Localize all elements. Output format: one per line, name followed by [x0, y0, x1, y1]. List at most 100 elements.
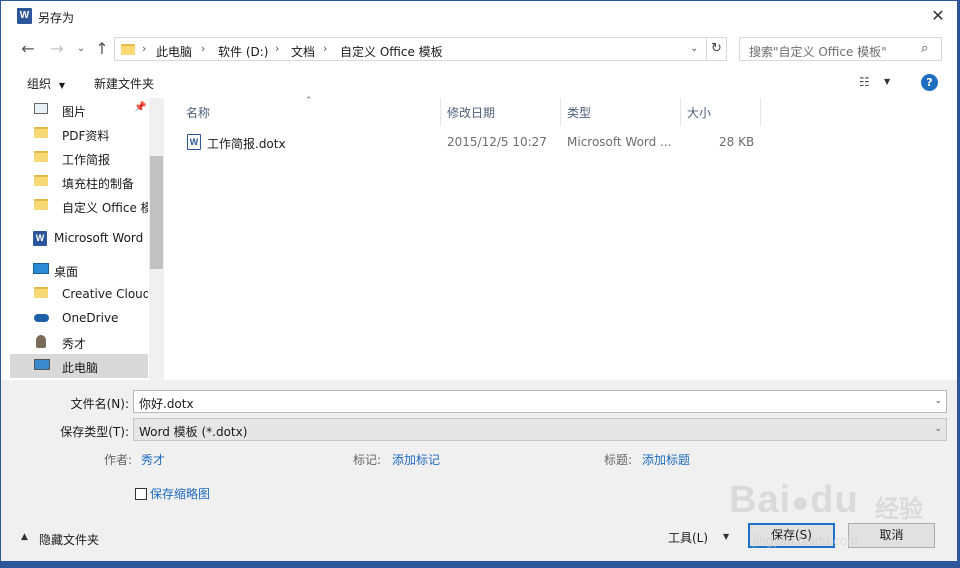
pictures-icon — [34, 103, 48, 114]
breadcrumb-drive[interactable]: 软件 (D:) — [218, 43, 268, 60]
tags-label: 标记: — [353, 453, 382, 467]
column-divider[interactable] — [440, 98, 441, 126]
search-icon[interactable]: ⌕ — [921, 41, 928, 56]
user-icon — [36, 335, 46, 348]
onedrive-icon — [34, 314, 49, 322]
paw-icon: ● — [791, 486, 811, 519]
cancel-button[interactable]: 取消 — [848, 523, 935, 548]
column-header-type[interactable]: 类型 — [567, 104, 591, 121]
search-input[interactable]: 搜索"自定义 Office 模板" — [749, 43, 887, 60]
refresh-icon[interactable]: ↻ — [711, 41, 722, 56]
save-type-label: 保存类型(T): — [60, 425, 129, 439]
sort-up-icon: ⌃ — [305, 96, 313, 106]
save-thumbnail-label[interactable]: 保存缩略图 — [150, 485, 210, 502]
breadcrumb-documents[interactable]: 文档 — [291, 43, 315, 60]
forward-arrow-icon[interactable]: → — [47, 39, 67, 59]
nav-item-onedrive[interactable]: OneDrive — [10, 306, 148, 330]
view-dropdown-icon[interactable]: ▼ — [884, 77, 890, 86]
column-header-size[interactable]: 大小 — [687, 104, 711, 121]
chevron-right-icon[interactable]: › — [323, 42, 327, 55]
recent-dropdown-icon[interactable]: ⌄ — [71, 39, 91, 59]
nav-item-label: PDF资料 — [62, 129, 110, 143]
add-title-link[interactable]: 添加标题 — [642, 451, 690, 468]
folder-icon — [34, 175, 48, 186]
watermark-brand2: du — [810, 479, 859, 521]
nav-item-microsoft-word[interactable]: W Microsoft Word — [10, 226, 148, 250]
nav-item-label: OneDrive — [62, 311, 119, 325]
nav-item-label: 图片 — [62, 105, 87, 119]
add-tags-link[interactable]: 添加标记 — [392, 451, 440, 468]
word-template-icon: W — [187, 134, 201, 150]
nav-item-pictures[interactable]: 图片 📌 — [10, 98, 148, 122]
nav-item-label: 填充柱的制备 — [62, 177, 135, 191]
baidu-watermark-logo: Bai●du — [729, 479, 859, 522]
title-bar: W 另存为 ✕ — [1, 1, 957, 32]
folder-icon — [34, 127, 48, 138]
chevron-down-icon[interactable]: ⌄ — [690, 43, 698, 54]
nav-item-label: 桌面 — [54, 265, 79, 279]
nav-item-desktop[interactable]: 桌面 — [10, 258, 148, 282]
navigation-pane: 图片 📌 PDF资料 工作简报 填充柱的制备 自定义 Office 模板 W M… — [10, 98, 164, 380]
address-bar[interactable]: › 此电脑 › 软件 (D:) › 文档 › 自定义 Office 模板 ⌄ ↻ — [114, 37, 727, 61]
file-name[interactable]: 工作简报.dotx — [207, 135, 286, 152]
hide-folders-button[interactable]: 隐藏文件夹 — [39, 531, 99, 548]
window-title: 另存为 — [38, 11, 75, 25]
nav-scrollbar-thumb[interactable] — [150, 156, 163, 269]
close-icon[interactable]: ✕ — [926, 5, 950, 27]
file-modified: 2015/12/5 10:27 — [447, 135, 547, 149]
folder-icon — [121, 44, 135, 55]
column-divider[interactable] — [760, 98, 761, 126]
title-label: 标题: — [604, 453, 633, 467]
search-box[interactable]: 搜索"自定义 Office 模板" ⌕ — [739, 37, 942, 61]
save-as-dialog: W 另存为 ✕ ← → ⌄ ↑ › 此电脑 › 软件 (D:) › 文档 › 自… — [0, 0, 958, 562]
pin-icon[interactable]: 📌 — [134, 102, 146, 113]
chevron-right-icon[interactable]: › — [275, 42, 279, 55]
nav-item-this-pc[interactable]: 此电脑 — [10, 354, 148, 378]
word-icon: W — [33, 231, 47, 246]
author-value[interactable]: 秀才 — [141, 451, 165, 468]
column-divider[interactable] — [560, 98, 561, 126]
up-arrow-icon[interactable]: ↑ — [92, 39, 112, 59]
nav-item-label: Microsoft Word — [54, 231, 144, 245]
filename-input[interactable]: 你好.dotx — [139, 395, 194, 412]
save-thumbnail-checkbox[interactable] — [135, 488, 147, 500]
tools-button[interactable]: 工具(L) — [668, 529, 708, 546]
save-type-value: Word 模板 (*.dotx) — [139, 425, 248, 439]
breadcrumb-templates[interactable]: 自定义 Office 模板 — [340, 43, 443, 60]
folder-icon — [34, 199, 48, 210]
column-divider[interactable] — [680, 98, 681, 126]
save-type-select[interactable]: Word 模板 (*.dotx) ⌄ — [133, 418, 947, 441]
organize-button[interactable]: 组织 ▼ — [27, 75, 65, 92]
chevron-up-icon[interactable]: ▲ — [21, 532, 28, 542]
chevron-down-icon[interactable]: ⌄ — [934, 396, 942, 406]
nav-item-pdf[interactable]: PDF资料 — [10, 122, 148, 146]
nav-item-label: 自定义 Office 模板 — [62, 201, 148, 215]
help-icon[interactable]: ? — [921, 74, 938, 91]
nav-item-label: Creative Cloud — [62, 287, 148, 301]
watermark-cn: 经验 — [875, 496, 923, 523]
back-arrow-icon[interactable]: ← — [18, 39, 38, 59]
nav-item-creative-cloud[interactable]: Creative Cloud — [10, 282, 148, 306]
folder-icon — [34, 151, 48, 162]
chevron-right-icon[interactable]: › — [201, 42, 205, 55]
nav-item-packed-column[interactable]: 填充柱的制备 — [10, 170, 148, 194]
chevron-down-icon[interactable]: ⌄ — [934, 424, 942, 434]
filename-field[interactable]: 你好.dotx ⌄ — [133, 390, 947, 413]
file-size: 28 KB — [719, 135, 755, 149]
caret-down-icon: ▼ — [58, 81, 65, 90]
creative-cloud-icon — [34, 287, 48, 298]
nav-item-work-report[interactable]: 工作简报 — [10, 146, 148, 170]
breadcrumb-this-pc[interactable]: 此电脑 — [156, 43, 192, 60]
column-header-name[interactable]: 名称 — [186, 104, 210, 121]
desktop-icon — [33, 263, 49, 274]
chevron-right-icon[interactable]: › — [142, 42, 146, 55]
new-folder-button[interactable]: 新建文件夹 — [94, 75, 154, 92]
nav-item-user[interactable]: 秀才 — [10, 330, 148, 354]
watermark-brand: Bai — [729, 479, 792, 521]
column-header-modified[interactable]: 修改日期 — [447, 104, 495, 121]
background-strip — [0, 561, 960, 568]
caret-down-icon[interactable]: ▼ — [723, 532, 729, 541]
nav-item-office-templates[interactable]: 自定义 Office 模板 — [10, 194, 148, 218]
view-options-icon[interactable]: ☷ — [859, 75, 870, 89]
watermark-url: jingyan.baidu.com — [753, 533, 858, 548]
